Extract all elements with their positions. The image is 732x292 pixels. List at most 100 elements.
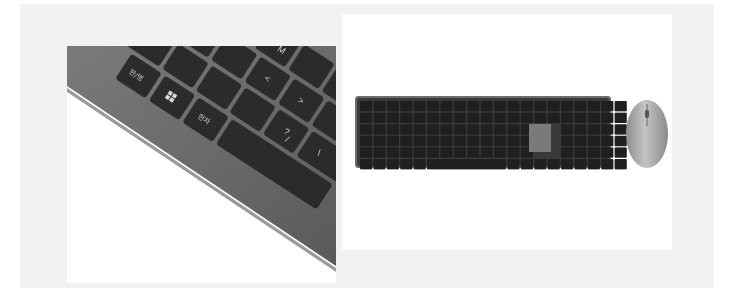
key	[373, 124, 386, 135]
key	[574, 159, 587, 170]
key	[386, 124, 399, 135]
key	[440, 147, 453, 158]
key	[494, 147, 507, 158]
key	[427, 112, 440, 123]
key	[386, 135, 399, 147]
key	[561, 159, 574, 170]
key	[453, 112, 466, 123]
key	[587, 159, 600, 170]
key	[386, 147, 399, 158]
key	[480, 124, 493, 135]
key	[587, 112, 600, 123]
key	[601, 101, 614, 112]
navigation-cluster	[529, 124, 551, 152]
key	[587, 101, 600, 112]
key	[480, 135, 493, 147]
key	[494, 124, 507, 135]
key	[427, 135, 440, 147]
key	[440, 101, 453, 112]
key	[494, 101, 507, 112]
key	[574, 147, 587, 158]
key	[520, 112, 533, 123]
key	[440, 124, 453, 135]
key	[413, 112, 426, 123]
key	[507, 159, 520, 170]
key	[400, 147, 413, 158]
key	[427, 159, 507, 170]
key	[480, 147, 493, 158]
key	[614, 124, 627, 135]
key	[453, 147, 466, 158]
key	[467, 101, 480, 112]
key	[413, 159, 426, 170]
key	[373, 147, 386, 158]
full-keyboard	[355, 96, 627, 170]
key	[373, 159, 386, 170]
key	[453, 101, 466, 112]
key	[614, 147, 627, 158]
key	[427, 147, 440, 158]
key	[467, 124, 480, 135]
key	[494, 135, 507, 147]
key	[561, 124, 574, 135]
key	[360, 101, 373, 112]
key	[507, 112, 520, 123]
key	[601, 147, 614, 158]
key	[587, 147, 600, 158]
key	[507, 135, 520, 147]
key	[574, 112, 587, 123]
key	[534, 112, 547, 123]
key	[413, 124, 426, 135]
scroll-wheel	[645, 110, 649, 118]
key	[427, 101, 440, 112]
key	[507, 124, 520, 135]
key	[547, 112, 560, 123]
key	[574, 135, 587, 147]
key	[534, 159, 547, 170]
key	[614, 135, 627, 147]
keyboard-closeup-illustration: M < > ? / \ 한/영 한자	[67, 46, 336, 283]
key	[614, 101, 627, 112]
key	[360, 135, 373, 147]
key	[453, 124, 466, 135]
key	[360, 147, 373, 158]
key	[360, 112, 373, 123]
key	[386, 159, 399, 170]
key	[467, 112, 480, 123]
key	[413, 101, 426, 112]
key	[467, 135, 480, 147]
key	[386, 101, 399, 112]
key	[480, 101, 493, 112]
key	[386, 112, 399, 123]
key	[413, 147, 426, 158]
key	[561, 112, 574, 123]
key	[360, 124, 373, 135]
key	[413, 135, 426, 147]
key	[440, 135, 453, 147]
key	[467, 147, 480, 158]
key	[520, 101, 533, 112]
key	[601, 159, 614, 170]
key	[614, 112, 627, 123]
key	[373, 112, 386, 123]
key	[574, 124, 587, 135]
key	[373, 101, 386, 112]
key	[547, 101, 560, 112]
key	[400, 135, 413, 147]
key	[561, 147, 574, 158]
key	[601, 124, 614, 135]
key	[373, 135, 386, 147]
key	[440, 112, 453, 123]
key	[400, 101, 413, 112]
key	[561, 135, 574, 147]
key	[601, 112, 614, 123]
key	[427, 124, 440, 135]
key	[547, 159, 560, 170]
keyboard-mouse-illustration	[355, 96, 668, 170]
key	[400, 112, 413, 123]
key	[400, 124, 413, 135]
key	[561, 101, 574, 112]
key	[520, 159, 533, 170]
key	[494, 112, 507, 123]
key	[614, 159, 627, 170]
